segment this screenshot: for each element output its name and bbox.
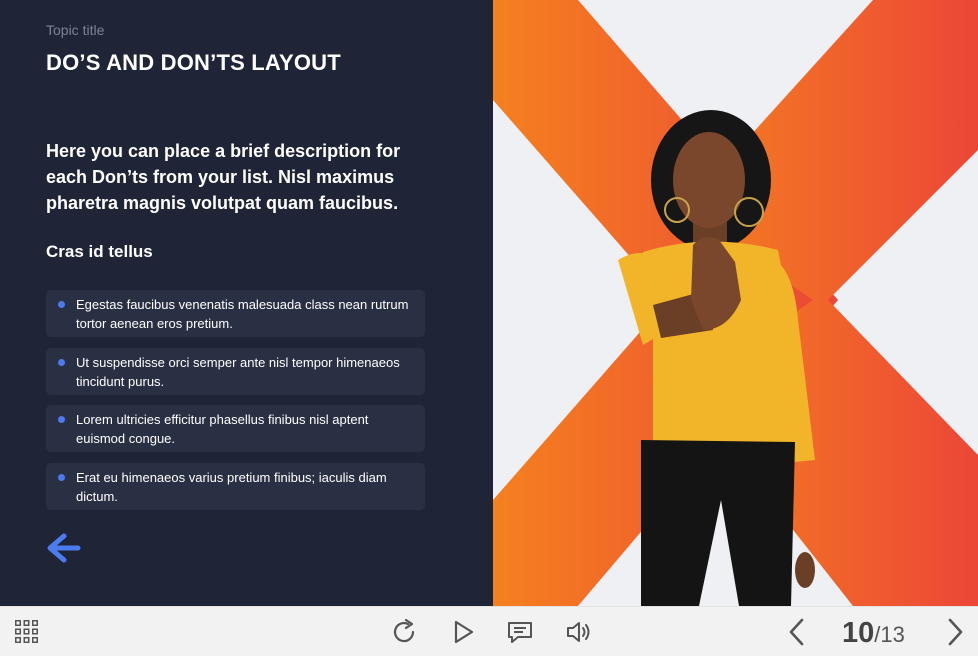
slide-title: DO’S AND DON’TS LAYOUT xyxy=(46,50,341,75)
list-item-text: Egestas faucibus venenatis malesuada cla… xyxy=(76,297,409,331)
bullet-dot-icon xyxy=(58,416,65,423)
bullet-dot-icon xyxy=(58,473,65,481)
list-item: Erat eu himenaeos varius pretium finibus… xyxy=(46,462,425,510)
page-current: 10 xyxy=(842,617,875,649)
bullet-list: Egestas faucibus venenatis malesuada cla… xyxy=(46,290,425,520)
list-item-text: Erat eu himenaeos varius pretium finibus… xyxy=(76,469,387,504)
bullet-dot-icon xyxy=(58,358,65,366)
grid-icon[interactable] xyxy=(13,618,40,645)
list-item: Lorem ultricies efficitur phasellus fini… xyxy=(46,405,425,452)
description-text: Here you can place a brief description f… xyxy=(46,141,401,213)
chevron-left-icon[interactable] xyxy=(786,617,808,647)
person-photo xyxy=(618,110,815,606)
chevron-right-icon[interactable] xyxy=(944,617,966,647)
slide: Topic title DO’S AND DON’TS LAYOUT Here … xyxy=(0,0,978,606)
volume-icon[interactable] xyxy=(565,619,593,645)
page-total: 13 xyxy=(880,622,905,647)
arrow-left-icon[interactable] xyxy=(44,532,82,564)
comment-icon[interactable] xyxy=(506,619,534,645)
list-item-text: Ut suspendisse orci semper ante nisl tem… xyxy=(76,354,400,389)
image-panel xyxy=(493,0,978,606)
subheading: Cras id tellus xyxy=(46,242,153,261)
list-item-text: Lorem ultricies efficitur phasellus fini… xyxy=(76,412,369,446)
topic-title: Topic title xyxy=(46,22,105,38)
page-counter: 10 / 13 xyxy=(842,617,905,649)
content-panel: Topic title DO’S AND DON’TS LAYOUT Here … xyxy=(0,0,493,606)
play-icon[interactable] xyxy=(450,619,478,645)
list-item: Ut suspendisse orci semper ante nisl tem… xyxy=(46,347,425,395)
replay-icon[interactable] xyxy=(391,618,419,645)
bullet-dot-icon xyxy=(58,301,65,308)
player-toolbar: 10 / 13 xyxy=(0,606,978,656)
list-item: Egestas faucibus venenatis malesuada cla… xyxy=(46,290,425,337)
